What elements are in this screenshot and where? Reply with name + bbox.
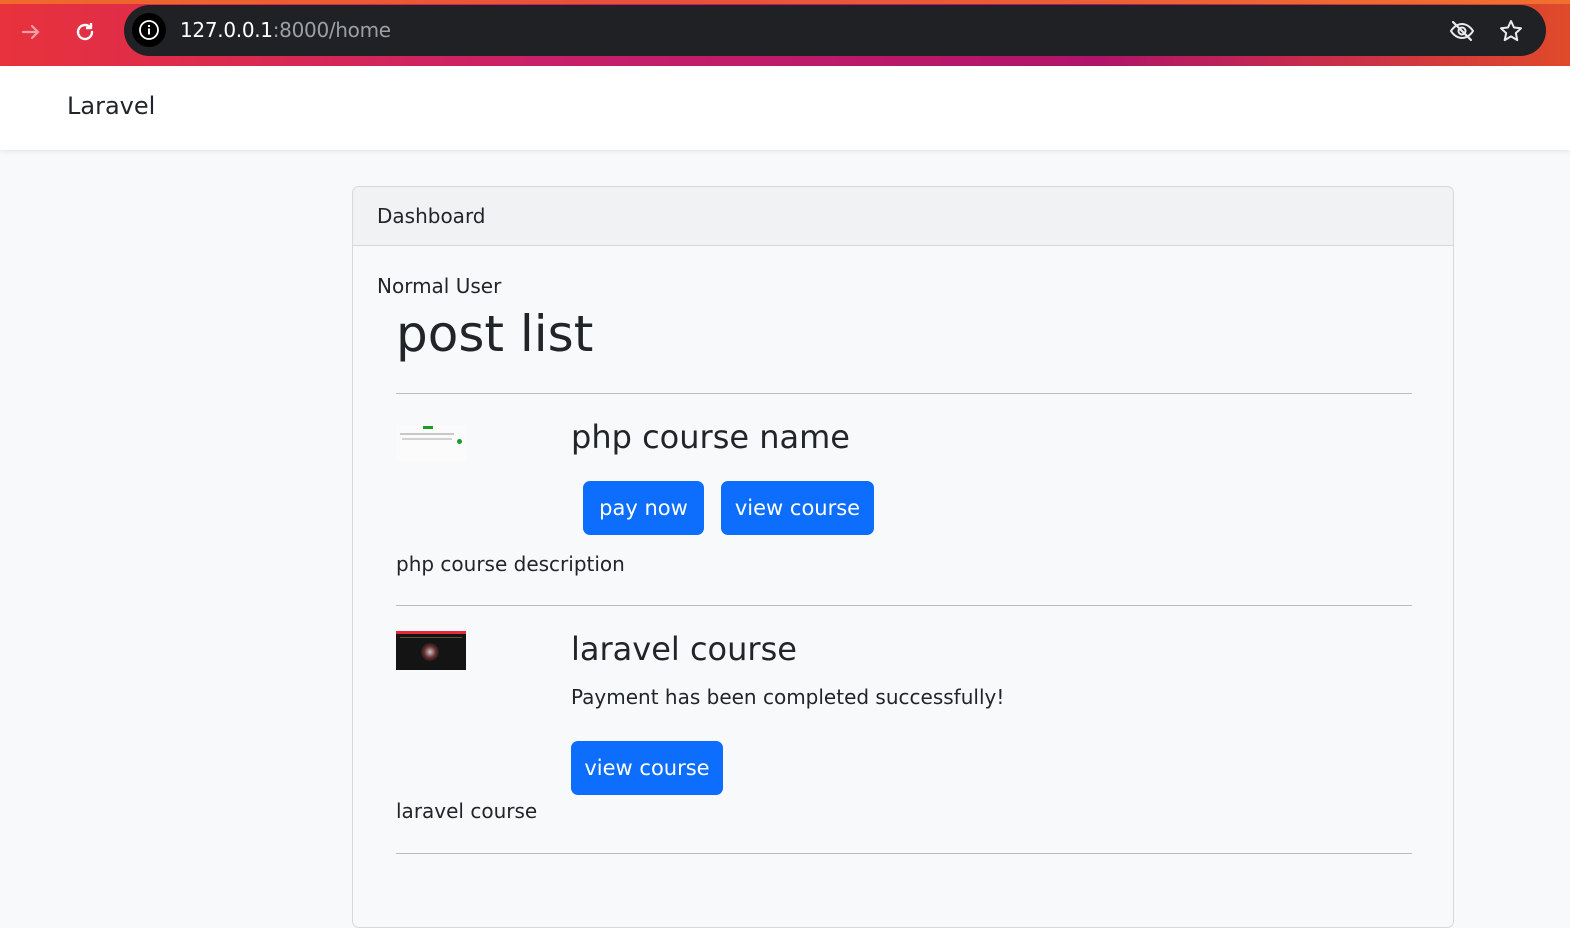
site-info-icon[interactable] xyxy=(132,13,166,47)
url-host: 127.0.0.1 xyxy=(180,18,273,42)
course-thumbnail xyxy=(396,631,466,670)
divider xyxy=(396,605,1412,606)
course-title: php course name xyxy=(571,418,850,456)
dashboard-card: Dashboard Normal User post list php cour… xyxy=(352,186,1454,928)
url-path: :8000/home xyxy=(272,18,391,42)
url-text[interactable]: 127.0.0.1:8000/home xyxy=(180,18,391,42)
pay-now-button[interactable]: pay now xyxy=(583,481,704,535)
forward-icon[interactable] xyxy=(13,14,49,50)
course-title: laravel course xyxy=(571,630,797,668)
payment-status-message: Payment has been completed successfully! xyxy=(571,685,1005,709)
reload-icon[interactable] xyxy=(67,14,103,50)
star-icon[interactable] xyxy=(1498,18,1524,44)
view-course-button[interactable]: view course xyxy=(571,741,723,795)
course-thumbnail xyxy=(396,425,466,461)
eye-off-icon[interactable] xyxy=(1449,18,1475,44)
app-navbar: Laravel xyxy=(0,66,1570,150)
divider xyxy=(396,393,1412,394)
brand-link[interactable]: Laravel xyxy=(67,92,155,120)
divider xyxy=(396,853,1412,854)
browser-toolbar: 127.0.0.1:8000/home xyxy=(0,0,1570,66)
page-title: post list xyxy=(396,305,594,363)
course-description: laravel course xyxy=(396,799,538,823)
course-description: php course description xyxy=(396,552,625,576)
address-bar[interactable]: 127.0.0.1:8000/home xyxy=(124,5,1546,56)
card-header-title: Dashboard xyxy=(377,204,486,228)
card-header: Dashboard xyxy=(353,187,1453,246)
view-course-button[interactable]: view course xyxy=(721,481,874,535)
user-role: Normal User xyxy=(377,274,502,298)
